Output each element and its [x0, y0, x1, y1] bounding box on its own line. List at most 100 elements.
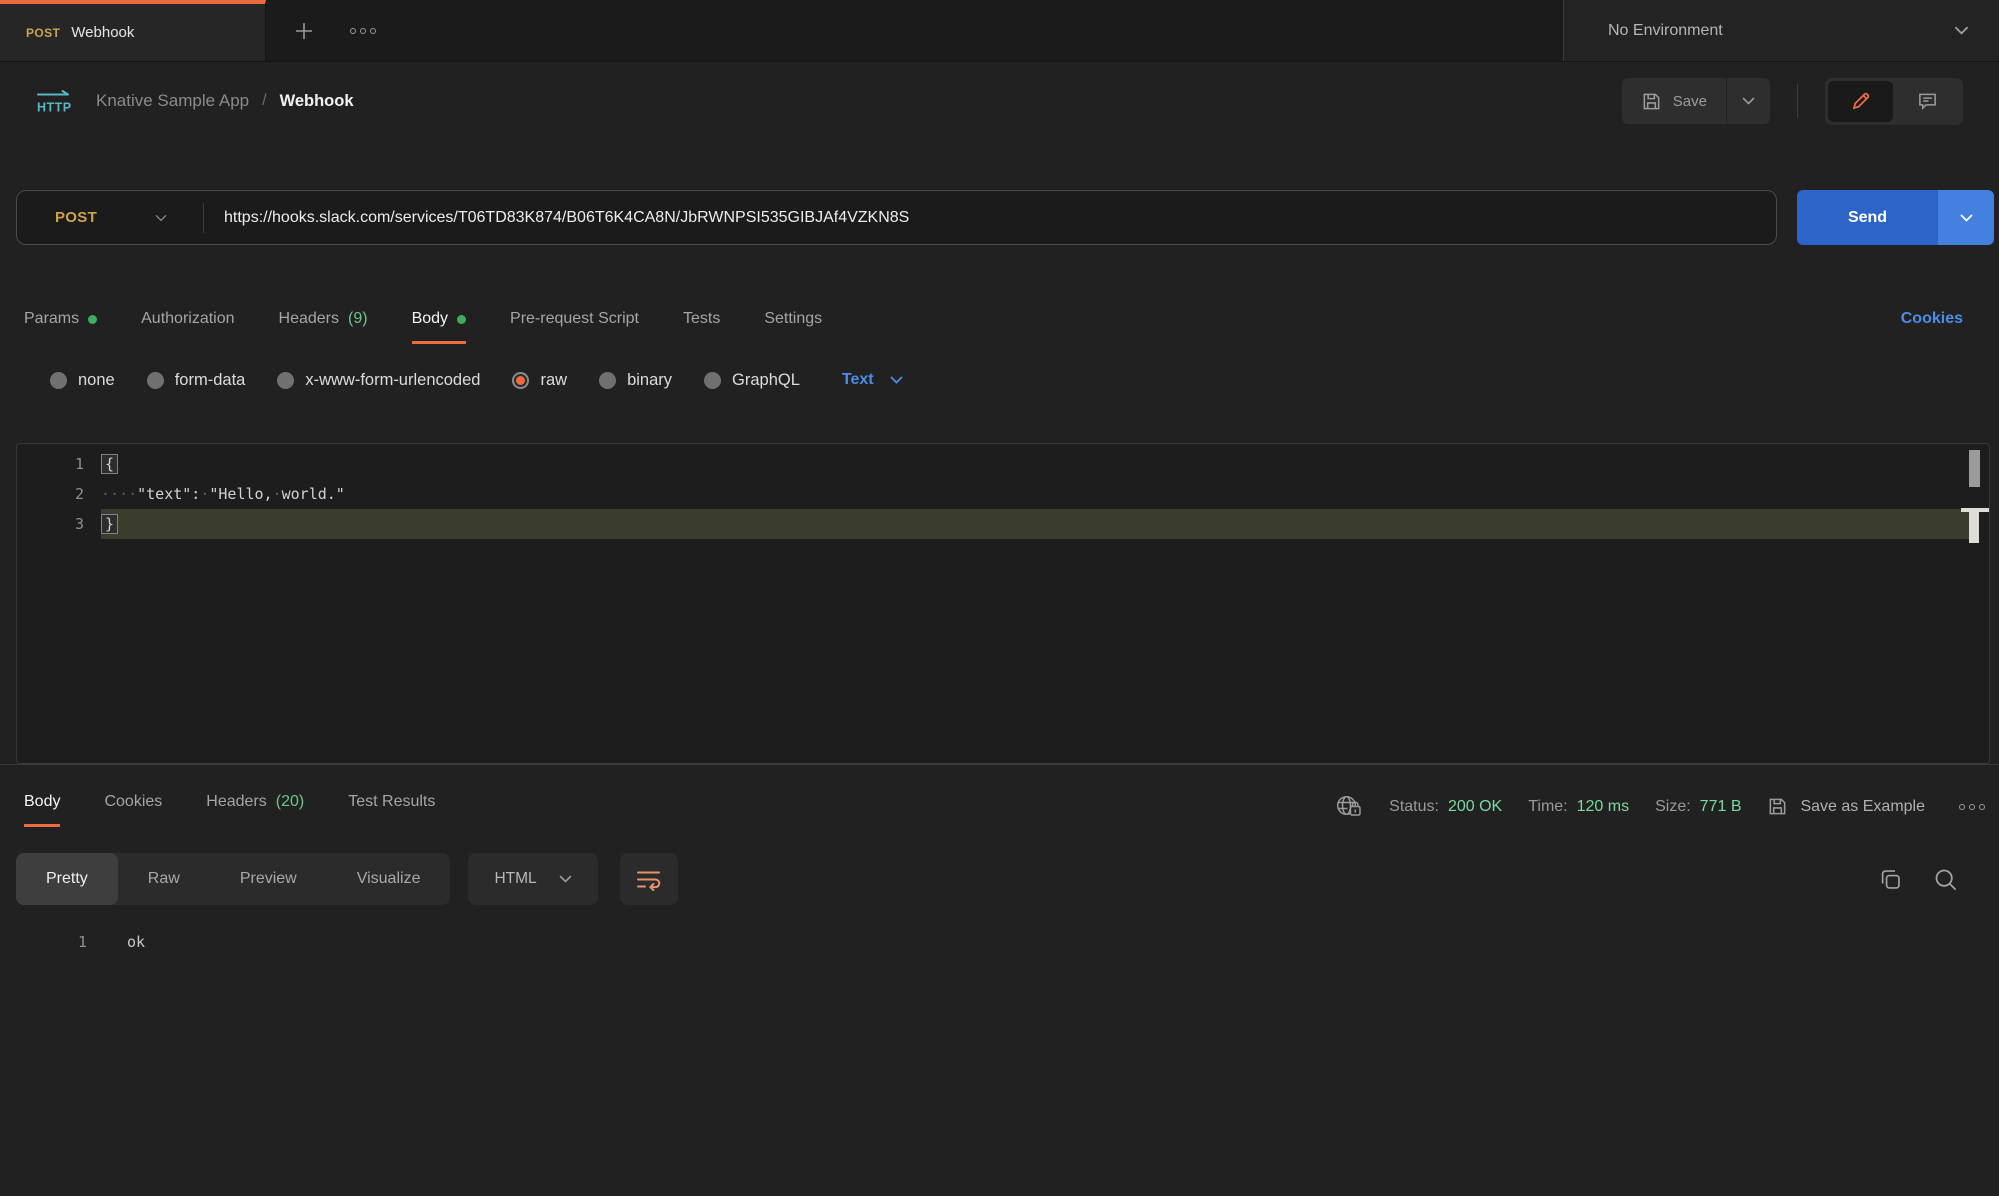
- response-body-viewer[interactable]: 1ok: [0, 927, 1999, 957]
- response-format-label: HTML: [494, 870, 536, 888]
- whitespace-dot: ·: [101, 485, 110, 503]
- network-globe-lock-icon[interactable]: [1333, 793, 1363, 820]
- url-box: POST: [16, 190, 1777, 245]
- view-raw[interactable]: Raw: [118, 853, 210, 905]
- response-tab-cookies[interactable]: Cookies: [104, 793, 162, 827]
- mode-label: form-data: [175, 371, 246, 390]
- new-tab-button[interactable]: [280, 0, 328, 61]
- send-label: Send: [1848, 209, 1887, 227]
- request-body-editor[interactable]: 1{2····"text":·"Hello,·world."3}: [16, 443, 1990, 764]
- response-tabs: Body Cookies Headers(20) Test Results: [24, 793, 435, 827]
- tab-label: Authorization: [141, 310, 234, 328]
- whitespace-dot: ·: [110, 485, 119, 503]
- response-options-button[interactable]: [1959, 804, 1985, 810]
- ellipsis-icon: [350, 28, 376, 34]
- code-line-1[interactable]: 1ok: [0, 927, 1999, 957]
- breadcrumb-separator: /: [262, 92, 266, 110]
- request-tab-headers[interactable]: Headers (9): [279, 310, 368, 344]
- send-options-button[interactable]: [1938, 190, 1994, 245]
- request-tab-settings[interactable]: Settings: [764, 310, 822, 344]
- method-select[interactable]: POST: [17, 209, 203, 226]
- body-mode-x-www-form-urlencoded[interactable]: x-www-form-urlencoded: [277, 371, 480, 390]
- unsaved-changes-dot: [457, 315, 466, 324]
- time-value: 120 ms: [1577, 798, 1629, 816]
- mode-label: binary: [627, 371, 672, 390]
- tab-method-badge: POST: [26, 26, 60, 40]
- breadcrumb-request-name[interactable]: Webhook: [280, 92, 354, 111]
- tab-count: (9): [348, 310, 368, 328]
- wrap-text-button[interactable]: [620, 853, 678, 905]
- view-preview[interactable]: Preview: [210, 853, 327, 905]
- tab-label: Headers: [206, 793, 266, 811]
- copy-icon[interactable]: [1877, 866, 1904, 893]
- line-number: 1: [17, 449, 101, 479]
- body-mode-row: none form-data x-www-form-urlencoded raw bin…: [0, 360, 1999, 400]
- cookies-link[interactable]: Cookies: [1901, 310, 1963, 328]
- body-mode-list: none form-data x-www-form-urlencoded raw bin…: [50, 371, 800, 390]
- request-tab-authorization[interactable]: Authorization: [141, 310, 234, 344]
- editor-scrollbar-thumb[interactable]: [1969, 450, 1980, 487]
- request-tabs-row: Params Authorization Headers (9) Body Pre-req…: [0, 285, 1999, 344]
- mode-label: raw: [540, 371, 567, 390]
- chevron-down-icon: [890, 376, 903, 384]
- radio-icon: [277, 372, 294, 389]
- environment-selector[interactable]: No Environment: [1563, 0, 1999, 61]
- line-number: 3: [17, 509, 101, 539]
- view-visualize[interactable]: Visualize: [327, 853, 451, 905]
- response-view-row: PrettyRawPreviewVisualize HTML: [0, 853, 1999, 905]
- code-line-2[interactable]: 2····"text":·"Hello,·world.": [17, 479, 1989, 509]
- save-label: Save: [1673, 93, 1707, 110]
- save-as-example-button[interactable]: Save as Example: [1767, 796, 1925, 817]
- request-tabs: Params Authorization Headers (9) Body Pre-req…: [24, 310, 822, 344]
- save-icon: [1767, 796, 1788, 817]
- response-tab-test-results[interactable]: Test Results: [348, 793, 435, 827]
- comment-icon: [1917, 91, 1938, 112]
- search-icon[interactable]: [1932, 866, 1959, 893]
- status-value: 200 OK: [1448, 798, 1502, 816]
- ellipsis-icon: [1959, 804, 1985, 810]
- view-pretty[interactable]: Pretty: [16, 853, 118, 905]
- response-tab-headers[interactable]: Headers(20): [206, 793, 304, 827]
- tab-label: Test Results: [348, 793, 435, 811]
- whitespace-dot: ·: [200, 485, 209, 503]
- body-mode-none[interactable]: none: [50, 371, 115, 390]
- request-tab-params[interactable]: Params: [24, 310, 97, 344]
- code-line-1[interactable]: 1{: [17, 449, 1989, 479]
- response-tab-body[interactable]: Body: [24, 793, 60, 827]
- url-input[interactable]: [204, 209, 1776, 227]
- edit-request-button[interactable]: [1828, 81, 1893, 122]
- request-body-editor-lines: 1{2····"text":·"Hello,·world."3}: [17, 449, 1989, 539]
- tab-label: Body: [24, 793, 60, 811]
- line-content: {: [101, 449, 1969, 479]
- request-tab-pre-request-script[interactable]: Pre-request Script: [510, 310, 639, 344]
- line-number: 2: [17, 479, 101, 509]
- breadcrumb-collection[interactable]: Knative Sample App: [96, 91, 249, 111]
- body-mode-binary[interactable]: binary: [599, 371, 672, 390]
- request-tab-body[interactable]: Body: [412, 310, 466, 344]
- response-format-select[interactable]: HTML: [468, 853, 597, 905]
- line-number: 1: [0, 927, 104, 957]
- tab-options-button[interactable]: [336, 0, 390, 61]
- send-button[interactable]: Send: [1797, 190, 1938, 245]
- body-mode-form-data[interactable]: form-data: [147, 371, 246, 390]
- tab-label: Cookies: [104, 793, 162, 811]
- tab-label: Body: [412, 310, 448, 328]
- request-tab-tests[interactable]: Tests: [683, 310, 720, 344]
- save-options-button[interactable]: [1726, 78, 1770, 124]
- code-line-3[interactable]: 3}: [17, 509, 1989, 539]
- raw-language-select[interactable]: Text: [842, 371, 903, 389]
- environment-label: No Environment: [1608, 22, 1723, 40]
- response-tools: [1877, 866, 1959, 893]
- comments-button[interactable]: [1895, 81, 1960, 122]
- chevron-down-icon: [155, 214, 167, 222]
- body-mode-raw[interactable]: raw: [512, 371, 567, 390]
- request-file-tab[interactable]: POST Webhook: [0, 0, 266, 61]
- size-label: Size:: [1655, 798, 1691, 816]
- save-button[interactable]: Save: [1622, 78, 1726, 124]
- editor-cursor-marker: [1969, 512, 1979, 543]
- bracket-highlight: {: [101, 454, 118, 474]
- body-mode-graphql[interactable]: GraphQL: [704, 371, 800, 390]
- tab-label: Headers: [279, 310, 339, 328]
- whitespace-dot: ·: [273, 485, 282, 503]
- method-label: POST: [55, 209, 97, 226]
